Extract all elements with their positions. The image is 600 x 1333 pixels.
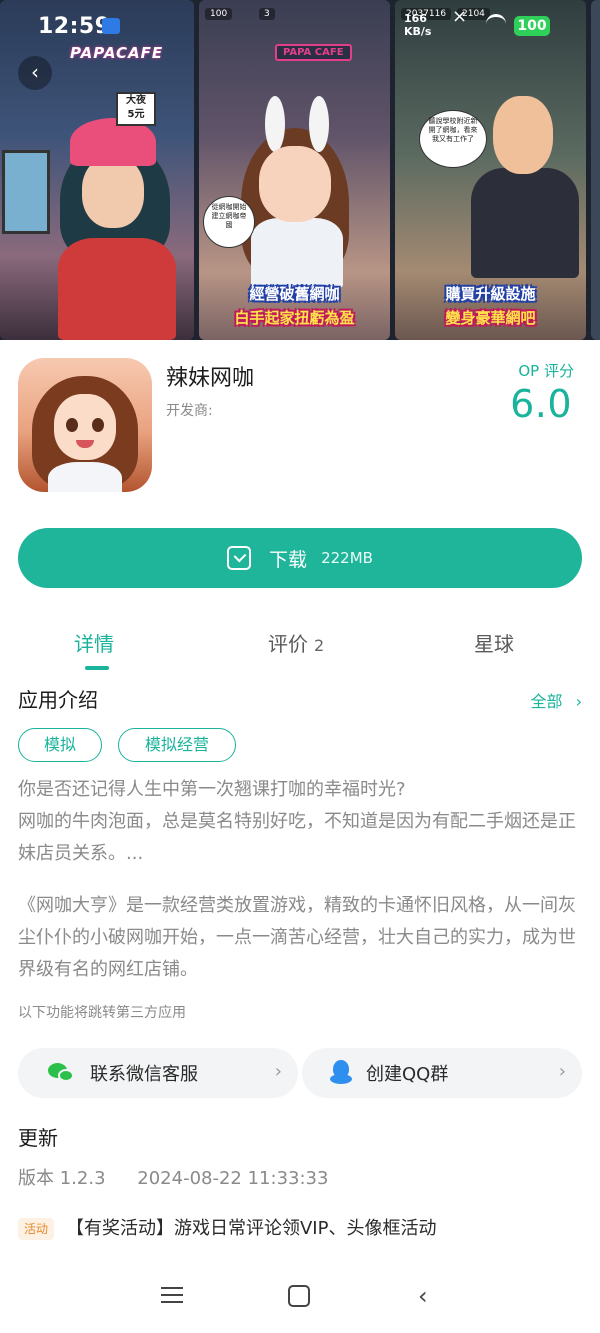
developer-label[interactable]: 开发商:	[166, 400, 213, 420]
hud-money: 100	[205, 8, 233, 20]
character-body	[58, 238, 176, 340]
tab-reviews[interactable]: 评价 2	[268, 628, 324, 657]
screenshot-carousel[interactable]: PAPACAFE 大夜 5元 100 3 PAPA CAFE 從網咖開始建立網咖…	[0, 0, 600, 340]
download-label: 下载	[269, 548, 308, 571]
wechat-service-label: 联系微信客服	[90, 1064, 198, 1085]
back-nav-icon[interactable]: ‹	[418, 1284, 428, 1308]
view-all-label: 全部	[530, 692, 563, 711]
screenshot-1[interactable]: PAPACAFE 大夜 5元	[0, 0, 194, 340]
score-value: 6.0	[510, 382, 572, 426]
screenshot-4-peek[interactable]	[591, 0, 600, 340]
menu-icon[interactable]	[161, 1285, 183, 1305]
tab-details[interactable]: 详情	[74, 628, 114, 657]
tag-chip[interactable]: 模拟	[18, 728, 102, 762]
intro-title: 应用介绍	[18, 688, 98, 712]
version-number: 版本 1.2.3	[18, 1168, 106, 1189]
wifi-icon	[486, 14, 506, 28]
speech-bubble: 從網咖開始建立網咖帝國	[203, 196, 255, 248]
tab-label: 评价	[268, 632, 308, 656]
qq-group-button[interactable]: 创建QQ群 ›	[302, 1048, 582, 1098]
network-speed: 166 KB/s	[404, 12, 432, 38]
cafe-sign: PAPA CAFE	[275, 44, 352, 61]
download-button[interactable]: 下载 222MB	[18, 528, 582, 588]
caption-line-2: 變身豪華網吧	[445, 309, 536, 327]
character-body	[251, 218, 343, 288]
chevron-right-icon: ›	[558, 1061, 566, 1082]
intro-paragraph-2: 《网咖大亨》是一款经营类放置游戏，精致的卡通怀旧风格，从一间灰尘仆仆的小破网咖开…	[18, 895, 576, 980]
tab-indicator	[85, 666, 109, 670]
chevron-right-icon: ›	[575, 692, 582, 711]
character-suit	[471, 168, 579, 278]
character-head	[493, 96, 553, 174]
tag-chip[interactable]: 模拟经营	[118, 728, 236, 762]
update-title: 更新	[18, 1126, 58, 1150]
download-size: 222MB	[321, 549, 373, 567]
app-name: 辣妹网咖	[166, 366, 255, 391]
bunny-ear-left	[265, 96, 285, 152]
character-face	[259, 146, 331, 222]
price-sign: 大夜 5元	[116, 92, 156, 126]
screenshot-3[interactable]: 2037116 2104 聽說學校附近新開了網咖，看來我又有工作了 購買升級設施…	[395, 0, 586, 340]
version-info: 版本 1.2.3 2024-08-22 11:33:33	[18, 1164, 328, 1190]
qq-group-label: 创建QQ群	[366, 1064, 449, 1085]
update-date: 2024-08-22 11:33:33	[137, 1168, 329, 1189]
wechat-icon	[48, 1061, 76, 1085]
status-time: 12:59	[38, 14, 111, 39]
signal-off-icon: ×	[452, 6, 468, 27]
bunny-ear-right	[309, 96, 329, 152]
wechat-service-button[interactable]: 联系微信客服 ›	[18, 1048, 298, 1098]
speech-bubble: 聽說學校附近新開了網咖，看來我又有工作了	[419, 110, 487, 168]
activity-link[interactable]: 【有奖活动】游戏日常评论领VIP、头像框活动	[66, 1214, 436, 1240]
character-face	[82, 156, 144, 228]
tab-label: 星球	[474, 632, 514, 656]
hud-level: 3	[259, 8, 275, 20]
caption-line-1: 購買升級設施	[445, 285, 536, 303]
view-all-link[interactable]: 全部 ›	[530, 688, 582, 712]
third-party-note: 以下功能将跳转第三方应用	[18, 1005, 186, 1021]
battery-indicator: 100	[514, 16, 550, 36]
activity-badge: 活动	[18, 1218, 54, 1240]
home-icon[interactable]	[288, 1285, 310, 1307]
game-logo-text: PAPACAFE	[70, 44, 164, 62]
tab-planet[interactable]: 星球	[474, 628, 514, 657]
caption-line-2: 白手起家扭虧為盈	[234, 309, 355, 327]
app-icon	[18, 358, 152, 492]
notification-icon	[102, 18, 120, 34]
tab-label: 详情	[74, 632, 114, 656]
chevron-right-icon: ›	[274, 1061, 282, 1082]
screenshot-2[interactable]: 100 3 PAPA CAFE 從網咖開始建立網咖帝國 經營破舊網咖 白手起家扭…	[199, 0, 390, 340]
qq-icon	[330, 1060, 352, 1086]
review-count: 2	[314, 636, 325, 655]
caption-line-1: 經營破舊網咖	[249, 285, 340, 303]
download-icon	[227, 546, 252, 570]
back-icon[interactable]: ‹	[18, 56, 52, 90]
score-label: OP 评分	[518, 362, 574, 380]
intro-paragraph-1: 你是否还记得人生中第一次翘课打咖的幸福时光? 网咖的牛肉泡面，总是莫名特别好吃，…	[18, 779, 576, 864]
monitor-illustration	[2, 150, 50, 234]
